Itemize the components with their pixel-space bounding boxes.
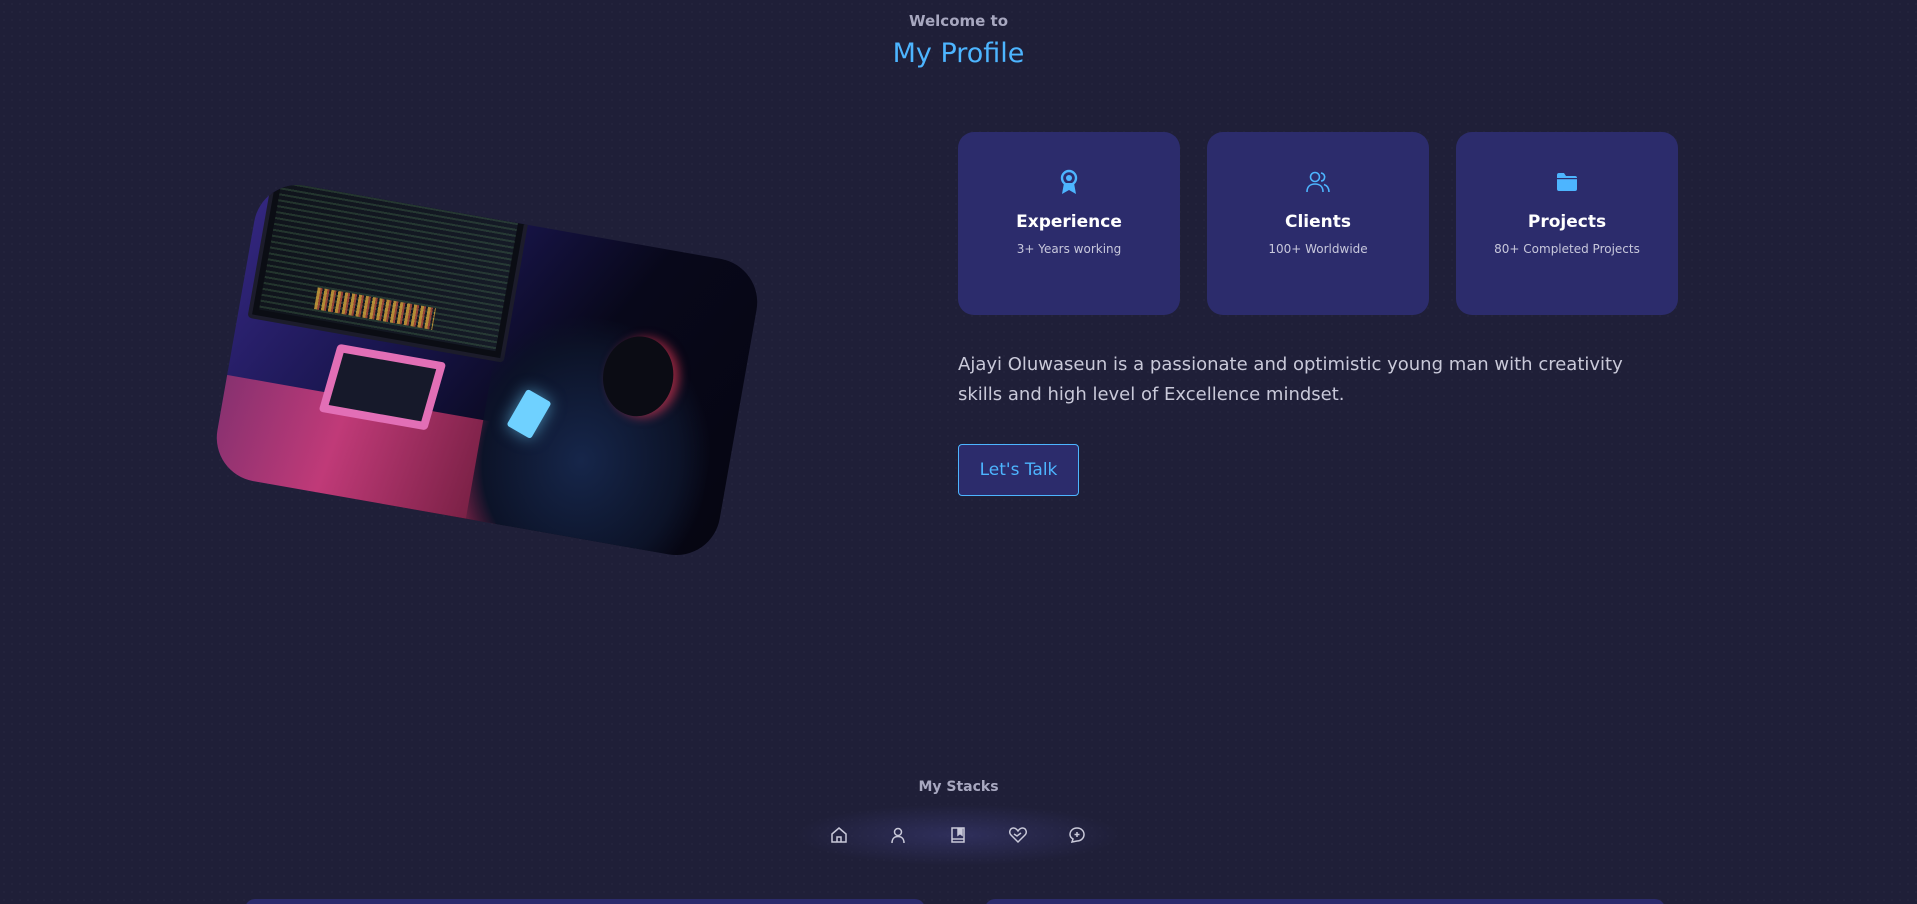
home-icon xyxy=(831,827,847,843)
about-text: Ajayi Oluwaseun is a passionate and opti… xyxy=(958,354,1623,405)
stats-cards: Experience 3+ Years working Clients 100+… xyxy=(958,132,1678,315)
bottom-nav xyxy=(798,805,1118,865)
card-title: Clients xyxy=(1284,212,1351,232)
nav-experience[interactable] xyxy=(938,815,978,855)
stack-card-right xyxy=(985,899,1665,904)
projects-card: Projects 80+ Completed Projects xyxy=(1456,132,1678,315)
lets-talk-button[interactable]: Let's Talk xyxy=(958,444,1079,496)
nav-services[interactable] xyxy=(998,815,1038,855)
card-subtitle: 80+ Completed Projects xyxy=(1494,242,1640,256)
message-icon xyxy=(1069,827,1085,843)
services-icon xyxy=(1008,827,1027,844)
card-subtitle: 3+ Years working xyxy=(1016,242,1122,256)
page-title: My Profile xyxy=(892,38,1025,69)
user-icon xyxy=(891,827,906,844)
nav-about[interactable] xyxy=(878,815,918,855)
award-icon xyxy=(958,168,1180,196)
card-subtitle: 100+ Worldwide xyxy=(1268,242,1368,256)
book-icon xyxy=(951,827,965,843)
users-icon xyxy=(1207,168,1429,196)
folder-icon xyxy=(1456,168,1678,196)
nav-home[interactable] xyxy=(819,815,859,855)
header: Welcome to My Profile xyxy=(0,12,1917,69)
card-title: Projects xyxy=(1527,212,1607,232)
clients-card: Clients 100+ Worldwide xyxy=(1207,132,1429,315)
stack-card-left xyxy=(245,899,925,904)
experience-card: Experience 3+ Years working xyxy=(958,132,1180,315)
my-stacks-label: My Stacks xyxy=(918,779,999,795)
person-graphic xyxy=(458,301,731,563)
card-title: Experience xyxy=(1016,212,1122,232)
monitor-graphic xyxy=(247,177,530,363)
welcome-text: Welcome to xyxy=(908,12,1009,30)
profile-image xyxy=(209,177,765,563)
nav-contact[interactable] xyxy=(1057,815,1097,855)
